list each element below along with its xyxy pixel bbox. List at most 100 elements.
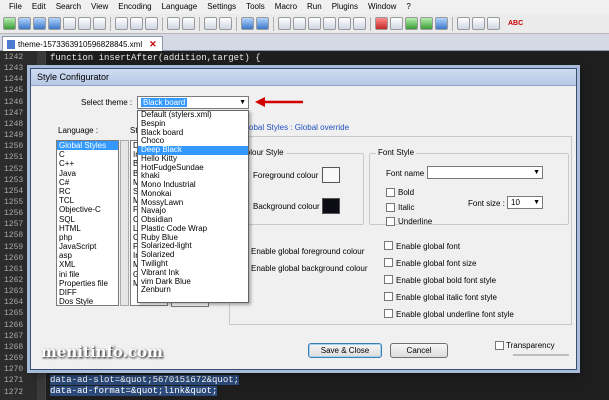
show-all-chars-icon[interactable]	[323, 17, 336, 30]
language-list-item[interactable]: XML	[57, 260, 118, 269]
menu-plugins[interactable]: Plugins	[327, 0, 363, 14]
theme-dropdown-list[interactable]: Default (stylers.xml) Bespin Black board Ch…	[137, 110, 249, 303]
language-list-item[interactable]: SQL	[57, 215, 118, 224]
word-wrap-icon[interactable]	[308, 17, 321, 30]
enable-global-underline-checkbox[interactable]	[384, 309, 393, 318]
function-list-icon[interactable]	[457, 17, 470, 30]
close-all-icon[interactable]	[78, 17, 91, 30]
line-number: 1243	[4, 64, 24, 74]
file-tab[interactable]: theme-1573363910596828845.xml ✕	[2, 36, 163, 51]
copy-icon[interactable]	[130, 17, 143, 30]
enable-global-font-label: Enable global font	[396, 242, 461, 251]
language-list-item[interactable]: Java	[57, 169, 118, 178]
menu-help[interactable]: ?	[401, 0, 415, 14]
language-list-item[interactable]: HTML	[57, 224, 118, 233]
play-macro-icon[interactable]	[405, 17, 418, 30]
undo-icon[interactable]	[167, 17, 180, 30]
record-macro-icon[interactable]	[375, 17, 388, 30]
theme-option[interactable]: Zenburn	[138, 286, 248, 295]
enable-global-font-size-checkbox[interactable]	[384, 258, 393, 267]
menu-view[interactable]: View	[86, 0, 113, 14]
line-number: 1246	[4, 97, 24, 107]
line-number: 1266	[4, 320, 24, 330]
close-tab-icon[interactable]: ✕	[149, 39, 157, 50]
stop-macro-icon[interactable]	[390, 17, 403, 30]
menu-run[interactable]: Run	[302, 0, 327, 14]
menu-settings[interactable]: Settings	[202, 0, 241, 14]
language-list-item[interactable]: Properties file	[57, 279, 118, 288]
toolbar-separator	[236, 16, 237, 31]
new-file-icon[interactable]	[3, 17, 16, 30]
document-map-icon[interactable]	[487, 17, 500, 30]
language-list-item[interactable]: ini file	[57, 270, 118, 279]
select-theme-label: Select theme :	[81, 98, 133, 107]
menu-search[interactable]: Search	[51, 0, 86, 14]
enable-global-fg-label[interactable]: Enable global foreground colour	[251, 247, 364, 256]
open-file-icon[interactable]	[18, 17, 31, 30]
language-list-item[interactable]: C++	[57, 159, 118, 168]
zoom-in-icon[interactable]	[241, 17, 254, 30]
menu-macro[interactable]: Macro	[270, 0, 302, 14]
save-icon[interactable]	[33, 17, 46, 30]
menu-encoding[interactable]: Encoding	[113, 0, 156, 14]
language-list-item[interactable]: C#	[57, 178, 118, 187]
underline-checkbox[interactable]	[386, 217, 395, 226]
language-list-item[interactable]: DIFF	[57, 288, 118, 297]
enable-global-italic-checkbox[interactable]	[384, 292, 393, 301]
language-list-item[interactable]: Dos Style	[57, 297, 118, 305]
line-number: 1245	[4, 86, 24, 96]
save-close-button[interactable]: Save & Close	[308, 343, 382, 358]
line-number: 1244	[4, 75, 24, 85]
sync-h-icon[interactable]	[293, 17, 306, 30]
theme-select[interactable]: Black board ▼	[137, 96, 249, 109]
italic-checkbox[interactable]	[386, 203, 395, 212]
line-number: 1252	[4, 164, 24, 174]
redo-icon[interactable]	[182, 17, 195, 30]
language-list-item[interactable]: asp	[57, 251, 118, 260]
cancel-button[interactable]: Cancel	[390, 343, 448, 358]
print-icon[interactable]	[93, 17, 106, 30]
save-all-icon[interactable]	[48, 17, 61, 30]
language-list-item[interactable]: php	[57, 233, 118, 242]
language-list[interactable]: Global Styles C C++ Java C# RC TCL Objective-C S…	[56, 140, 119, 306]
font-size-select[interactable]: 10 ▼	[507, 196, 543, 209]
transparency-checkbox[interactable]	[495, 341, 504, 350]
background-colour-swatch[interactable]	[322, 198, 340, 214]
line-number: 1268	[4, 342, 24, 352]
menu-language[interactable]: Language	[157, 0, 203, 14]
language-list-item[interactable]: JavaScript	[57, 242, 118, 251]
language-list-item[interactable]: C	[57, 150, 118, 159]
language-list-item[interactable]: TCL	[57, 196, 118, 205]
find-icon[interactable]	[204, 17, 217, 30]
menu-tools[interactable]: Tools	[241, 0, 270, 14]
language-list-item[interactable]: Global Styles	[57, 141, 118, 151]
foreground-colour-swatch[interactable]	[322, 167, 340, 183]
cut-icon[interactable]	[115, 17, 128, 30]
language-list-item[interactable]: RC	[57, 187, 118, 196]
enable-global-font-checkbox[interactable]	[384, 241, 393, 250]
transparency-slider[interactable]	[513, 354, 569, 356]
replace-icon[interactable]	[219, 17, 232, 30]
menu-edit[interactable]: Edit	[27, 0, 51, 14]
user-language-icon[interactable]	[353, 17, 366, 30]
paste-icon[interactable]	[145, 17, 158, 30]
bold-checkbox[interactable]	[386, 188, 395, 197]
enable-global-bg-label[interactable]: Enable global background colour	[251, 264, 368, 273]
menu-window[interactable]: Window	[363, 0, 401, 14]
zoom-out-icon[interactable]	[256, 17, 269, 30]
foreground-colour-label: Foreground colour	[253, 171, 319, 180]
sync-v-icon[interactable]	[278, 17, 291, 30]
language-list-item[interactable]: Objective-C	[57, 205, 118, 214]
menu-file[interactable]: File	[4, 0, 27, 14]
enable-global-bold-checkbox[interactable]	[384, 275, 393, 284]
save-macro-icon[interactable]	[435, 17, 448, 30]
line-number: 1255	[4, 197, 24, 207]
indent-guide-icon[interactable]	[338, 17, 351, 30]
close-file-icon[interactable]	[63, 17, 76, 30]
language-list-scrollbar[interactable]	[120, 140, 129, 306]
folder-workspace-icon[interactable]	[472, 17, 485, 30]
run-macro-multiple-icon[interactable]	[420, 17, 433, 30]
font-name-select[interactable]: ▼	[427, 166, 543, 179]
code-line: data-ad-slot=&quot;5670151672&quot;	[50, 375, 240, 385]
spellcheck-icon[interactable]: ABC	[508, 20, 523, 27]
